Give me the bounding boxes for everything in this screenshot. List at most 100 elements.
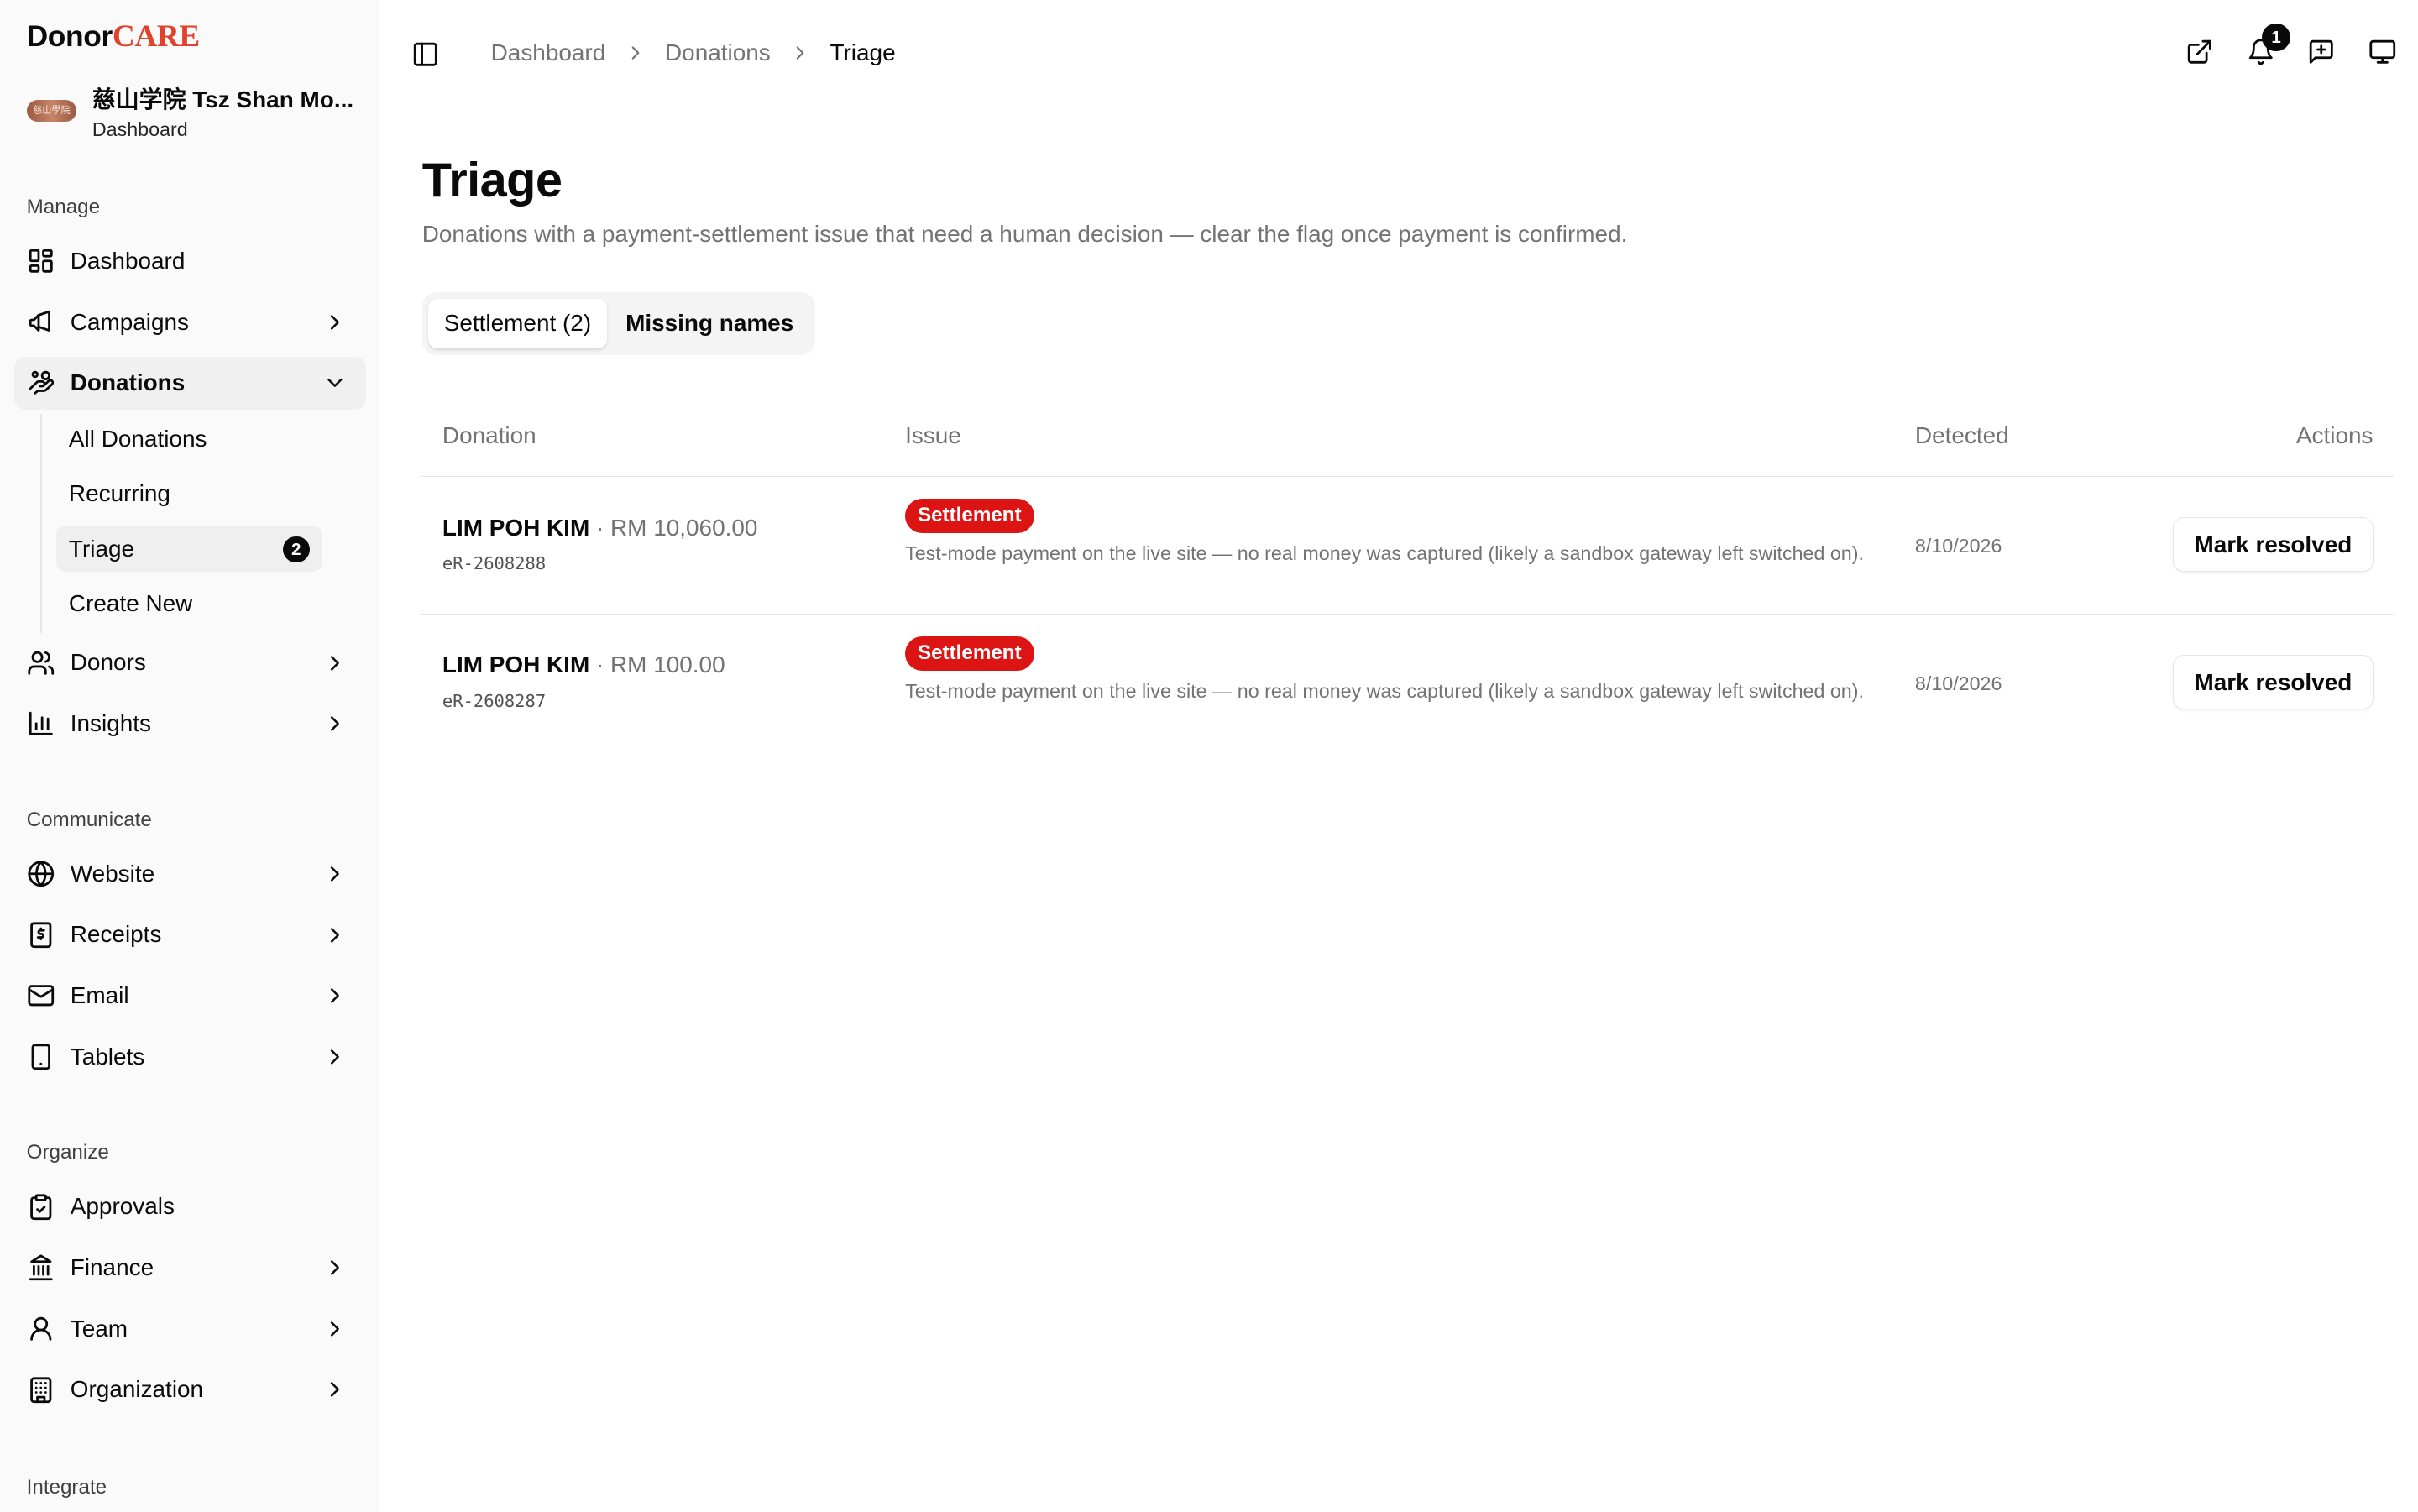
column-header-detected: Detected: [1914, 421, 2009, 448]
chevron-right-icon: [330, 716, 339, 731]
clipboard-check-icon: [29, 1194, 51, 1220]
sidebar-item-dashboard[interactable]: Dashboard: [14, 234, 366, 287]
sidebar: DonorCARE 慈山學院 慈山学院 Tsz Shan Mo... Dashb…: [0, 0, 380, 1512]
main-content: Dashboard Donations Triage 1 Triage Dona…: [379, 0, 2418, 1512]
triage-count-badge: 2: [283, 536, 310, 563]
sidebar-item-label: Tablets: [70, 1043, 145, 1070]
detected-date: 8/10/2026: [1914, 534, 2002, 557]
bar-chart-icon: [29, 712, 53, 736]
detected-date: 8/10/2026: [1914, 672, 2002, 694]
logo-text-care: CARE: [112, 19, 200, 55]
donor-name: LIM POH KIM: [442, 651, 590, 678]
tab-missing-names[interactable]: Missing names: [610, 299, 809, 349]
sidebar-item-donations[interactable]: Donations: [13, 356, 366, 410]
sidebar-subitem-all-donations[interactable]: All Donations: [56, 416, 322, 463]
logo-text-donor: Donor: [26, 20, 113, 54]
org-switcher[interactable]: 慈山學院 慈山学院 Tsz Shan Mo... Dashboard: [26, 81, 363, 141]
sidebar-item-label: Dashboard: [70, 247, 186, 274]
hand-coins-icon: [29, 371, 54, 395]
panel-left-icon[interactable]: [411, 40, 440, 69]
sidebar-subitem-triage[interactable]: Triage 2: [56, 525, 322, 573]
globe-icon: [28, 861, 54, 887]
monitor-icon: [2369, 39, 2396, 64]
chevron-right-icon: [330, 1321, 339, 1337]
mail-icon: [28, 985, 54, 1007]
chevron-right-icon: [330, 1049, 339, 1065]
mark-resolved-button[interactable]: Mark resolved: [2173, 517, 2374, 573]
issue-description: Test-mode payment on the live site — no …: [905, 680, 1864, 703]
mark-resolved-button[interactable]: Mark resolved: [2173, 655, 2374, 710]
issue-badge: Settlement: [905, 498, 1034, 533]
chevron-down-icon: [327, 379, 343, 388]
top-bar: Dashboard Donations Triage 1: [379, 0, 2418, 109]
open-external-button[interactable]: [2185, 38, 2214, 66]
sidebar-item-donors[interactable]: Donors: [14, 636, 366, 689]
sidebar-item-insights[interactable]: Insights: [14, 697, 366, 750]
chevron-right-icon: [330, 927, 339, 943]
sidebar-item-campaigns[interactable]: Campaigns: [14, 296, 366, 348]
sidebar-item-label: Finance: [70, 1254, 154, 1281]
sidebar-item-label: Team: [70, 1315, 128, 1342]
sidebar-item-label: Website: [70, 860, 155, 887]
triage-table: Donation Issue Detected Actions LIM POH …: [420, 405, 2394, 752]
submenu-divider: [40, 414, 43, 634]
building-icon: [29, 1376, 51, 1403]
sidebar-subitem-label: Triage: [68, 535, 135, 562]
display-mode-button[interactable]: [2368, 38, 2397, 66]
table-row: LIM POH KIM · RM 10,060.00 eR-2608288 Se…: [420, 477, 2394, 615]
sidebar-subitem-create-new[interactable]: Create New: [56, 580, 322, 627]
chevron-right-icon: [330, 988, 339, 1003]
table-header: Donation Issue Detected Actions: [420, 405, 2394, 477]
tab-settlement[interactable]: Settlement (2): [428, 298, 607, 349]
megaphone-icon: [29, 310, 50, 332]
donor-name: LIM POH KIM: [442, 514, 590, 541]
layout-grid-icon: [29, 249, 53, 273]
sidebar-item-label: Organization: [70, 1376, 204, 1403]
chevron-right-icon: [330, 655, 339, 671]
sidebar-item-finance[interactable]: Finance: [14, 1241, 366, 1294]
section-label-organize: Organize: [26, 1141, 109, 1164]
column-header-actions: Actions: [2295, 421, 2374, 448]
sidebar-item-approvals[interactable]: Approvals: [14, 1180, 366, 1233]
chevron-right-icon: [330, 1260, 339, 1275]
sidebar-item-team[interactable]: Team: [14, 1302, 366, 1355]
sidebar-item-label: Insights: [70, 710, 151, 737]
sidebar-item-label: Approvals: [70, 1193, 175, 1220]
sidebar-item-email[interactable]: Email: [14, 969, 366, 1022]
feedback-button[interactable]: [2307, 38, 2336, 66]
issue-description: Test-mode payment on the live site — no …: [905, 542, 1864, 565]
sidebar-item-organization[interactable]: Organization: [14, 1363, 366, 1416]
breadcrumb-donations[interactable]: Donations: [665, 39, 771, 66]
sidebar-item-receipts[interactable]: Receipts: [14, 908, 366, 961]
section-label-manage: Manage: [26, 195, 101, 218]
chevron-right-icon: [330, 866, 339, 882]
sidebar-item-label: Donors: [70, 649, 146, 676]
breadcrumb-current: Triage: [830, 39, 896, 65]
breadcrumb: Dashboard Donations Triage: [491, 39, 896, 66]
sidebar-item-website[interactable]: Website: [14, 847, 366, 900]
users-icon: [28, 651, 54, 675]
chevron-right-icon: [796, 45, 804, 60]
sidebar-item-label: Receipts: [70, 921, 162, 948]
donation-reference: eR-2608287: [442, 690, 547, 711]
org-name: 慈山学院 Tsz Shan Mo...: [92, 86, 354, 112]
donation-cell[interactable]: LIM POH KIM · RM 100.00: [442, 651, 725, 678]
chevron-right-icon: [330, 1382, 339, 1397]
receipt-icon: [29, 922, 51, 948]
notifications-button[interactable]: 1: [2247, 23, 2290, 66]
sidebar-item-label: Email: [70, 982, 129, 1009]
donation-cell[interactable]: LIM POH KIM · RM 10,060.00: [442, 515, 758, 541]
issue-badge: Settlement: [905, 636, 1034, 671]
sidebar-item-tablets[interactable]: Tablets: [14, 1030, 366, 1083]
breadcrumb-dashboard[interactable]: Dashboard: [491, 39, 606, 66]
page-title: Triage: [421, 154, 563, 208]
tablet-icon: [31, 1044, 50, 1070]
message-square-plus-icon: [2310, 39, 2334, 64]
chevron-right-icon: [330, 314, 339, 330]
donorcare-logo[interactable]: DonorCARE: [26, 18, 201, 55]
column-header-donation: Donation: [442, 421, 536, 448]
donation-amount: · RM 100.00: [589, 651, 725, 678]
chevron-right-icon: [631, 45, 639, 60]
sidebar-subitem-recurring[interactable]: Recurring: [56, 470, 322, 517]
table-row: LIM POH KIM · RM 100.00 eR-2608287 Settl…: [421, 615, 2394, 752]
